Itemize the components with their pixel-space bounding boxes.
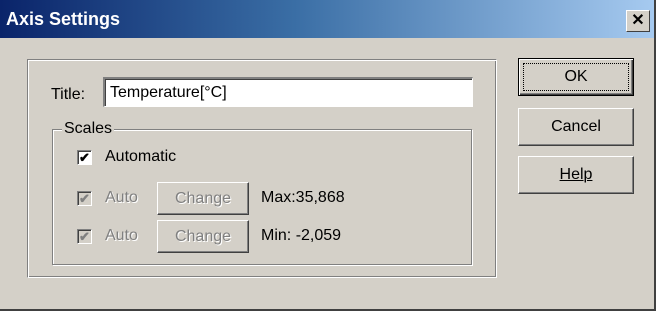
checkmark-icon: ✔ [79, 191, 90, 206]
max-auto-label[interactable]: Auto [105, 189, 138, 207]
focus-ring [523, 63, 629, 91]
automatic-label[interactable]: Automatic [105, 148, 176, 166]
ok-button[interactable]: OK [518, 58, 634, 96]
close-button[interactable]: ✕ [626, 10, 650, 32]
help-label: Help [559, 166, 593, 183]
min-value-label: Min: -2,059 [261, 227, 341, 245]
min-change-button[interactable]: Change [157, 220, 249, 253]
min-label: Min: [261, 227, 292, 244]
max-auto-checkbox[interactable]: ✔ [77, 191, 92, 206]
max-value: 35,868 [295, 189, 345, 206]
close-icon: ✕ [631, 12, 645, 29]
cancel-button[interactable]: Cancel [518, 108, 634, 146]
help-button[interactable]: Help [518, 156, 634, 194]
dialog-title: Axis Settings [6, 9, 121, 29]
checkmark-icon: ✔ [79, 150, 90, 165]
min-value: -2,059 [295, 227, 342, 244]
title-input[interactable]: Temperature[°C] [103, 77, 473, 107]
min-auto-label[interactable]: Auto [105, 227, 138, 245]
max-label: Max: [261, 189, 296, 206]
title-bar[interactable]: Axis Settings ✕ [0, 0, 654, 38]
min-auto-checkbox[interactable]: ✔ [77, 229, 92, 244]
checkmark-icon: ✔ [79, 229, 90, 244]
automatic-checkbox[interactable]: ✔ [77, 150, 92, 165]
scales-group-label: Scales [62, 120, 115, 138]
max-change-button[interactable]: Change [157, 182, 249, 215]
axis-settings-dialog: Axis Settings ✕ Title: Temperature[°C] S… [0, 0, 656, 311]
max-value-label: Max:35,868 [261, 189, 345, 207]
title-label: Title: [51, 86, 86, 103]
